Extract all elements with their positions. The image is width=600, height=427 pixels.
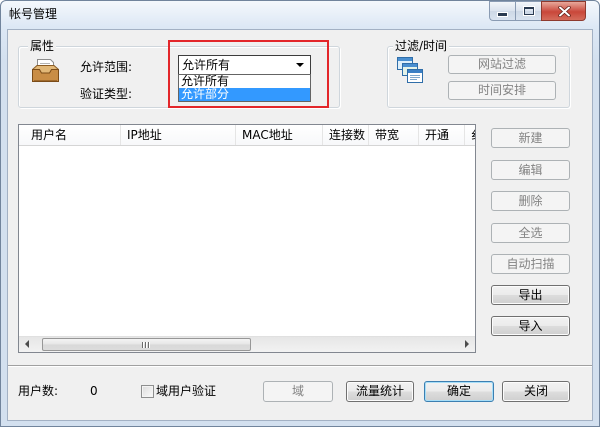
schedule-button[interactable]: 时间安排	[448, 81, 556, 100]
select-all-button[interactable]: 全选	[491, 223, 570, 243]
window-title: 帐号管理	[9, 7, 58, 21]
filter-time-group-label: 过滤/时间	[393, 39, 450, 53]
column-header-bandwidth[interactable]: 带宽	[369, 125, 419, 145]
scrollbar-thumb[interactable]	[42, 338, 251, 351]
scroll-right-button[interactable]	[458, 337, 475, 352]
import-button[interactable]: 导入	[491, 316, 570, 336]
user-count-label: 用户数:	[18, 384, 59, 398]
column-header-ip[interactable]: IP地址	[121, 125, 236, 145]
domain-auth-checkbox[interactable]	[141, 385, 154, 398]
arrow-left-icon	[25, 340, 29, 348]
close-button[interactable]: 关闭	[502, 381, 570, 402]
export-button[interactable]: 导出	[491, 285, 570, 305]
edit-button[interactable]: 编辑	[491, 160, 570, 180]
auth-type-label: 验证类型:	[80, 87, 133, 101]
allow-scope-dropdown-list: 允许所有 允许部分	[178, 74, 311, 102]
close-icon	[558, 6, 571, 17]
traffic-stats-button[interactable]: 流量统计	[346, 381, 414, 402]
title-bar[interactable]: 帐号管理	[0, 0, 600, 30]
user-list-body[interactable]	[19, 146, 475, 336]
stacked-windows-icon	[397, 57, 423, 83]
arrow-right-icon	[465, 340, 469, 348]
dialog-client-area: 属性 允许范围: 验证类型: 允许所有 允许所有 允许部分 过滤/时间 网站过滤…	[8, 30, 592, 420]
delete-button[interactable]: 删除	[491, 191, 570, 211]
site-filter-button[interactable]: 网站过滤	[448, 55, 556, 74]
user-list[interactable]: 用户名 IP地址 MAC地址 连接数 带宽 开通 纟	[18, 124, 476, 353]
minimize-button[interactable]	[489, 1, 515, 21]
window-controls	[489, 1, 586, 21]
domain-auth-label[interactable]: 域用户验证	[156, 384, 216, 398]
horizontal-scrollbar[interactable]	[19, 336, 475, 352]
properties-group-label: 属性	[28, 39, 57, 53]
option-allow-partial[interactable]: 允许部分	[179, 88, 310, 101]
minimize-icon	[498, 13, 507, 16]
close-window-button[interactable]	[541, 1, 586, 21]
inbox-tray-icon	[32, 59, 59, 82]
allow-scope-select-value: 允许所有	[182, 58, 231, 72]
grip-icon	[142, 342, 151, 348]
user-list-header: 用户名 IP地址 MAC地址 连接数 带宽 开通 纟	[19, 125, 475, 146]
column-header-username[interactable]: 用户名	[19, 125, 121, 145]
footer-separator	[8, 365, 592, 367]
maximize-button[interactable]	[515, 1, 541, 21]
domain-button[interactable]: 域	[263, 381, 333, 402]
user-count-value: 0	[90, 384, 98, 398]
option-allow-all[interactable]: 允许所有	[179, 75, 310, 88]
maximize-icon	[524, 7, 534, 15]
column-header-mac[interactable]: MAC地址	[236, 125, 323, 145]
ok-button[interactable]: 确定	[424, 381, 494, 402]
column-header-enabled[interactable]: 开通	[419, 125, 465, 145]
column-header-partial[interactable]: 纟	[465, 125, 475, 145]
chevron-down-icon	[296, 63, 304, 67]
column-header-connections[interactable]: 连接数	[323, 125, 369, 145]
scroll-left-button[interactable]	[19, 337, 36, 352]
allow-scope-label: 允许范围:	[80, 60, 133, 74]
new-button[interactable]: 新建	[491, 128, 570, 148]
allow-scope-select[interactable]: 允许所有	[178, 55, 311, 75]
auto-scan-button[interactable]: 自动扫描	[491, 254, 570, 274]
